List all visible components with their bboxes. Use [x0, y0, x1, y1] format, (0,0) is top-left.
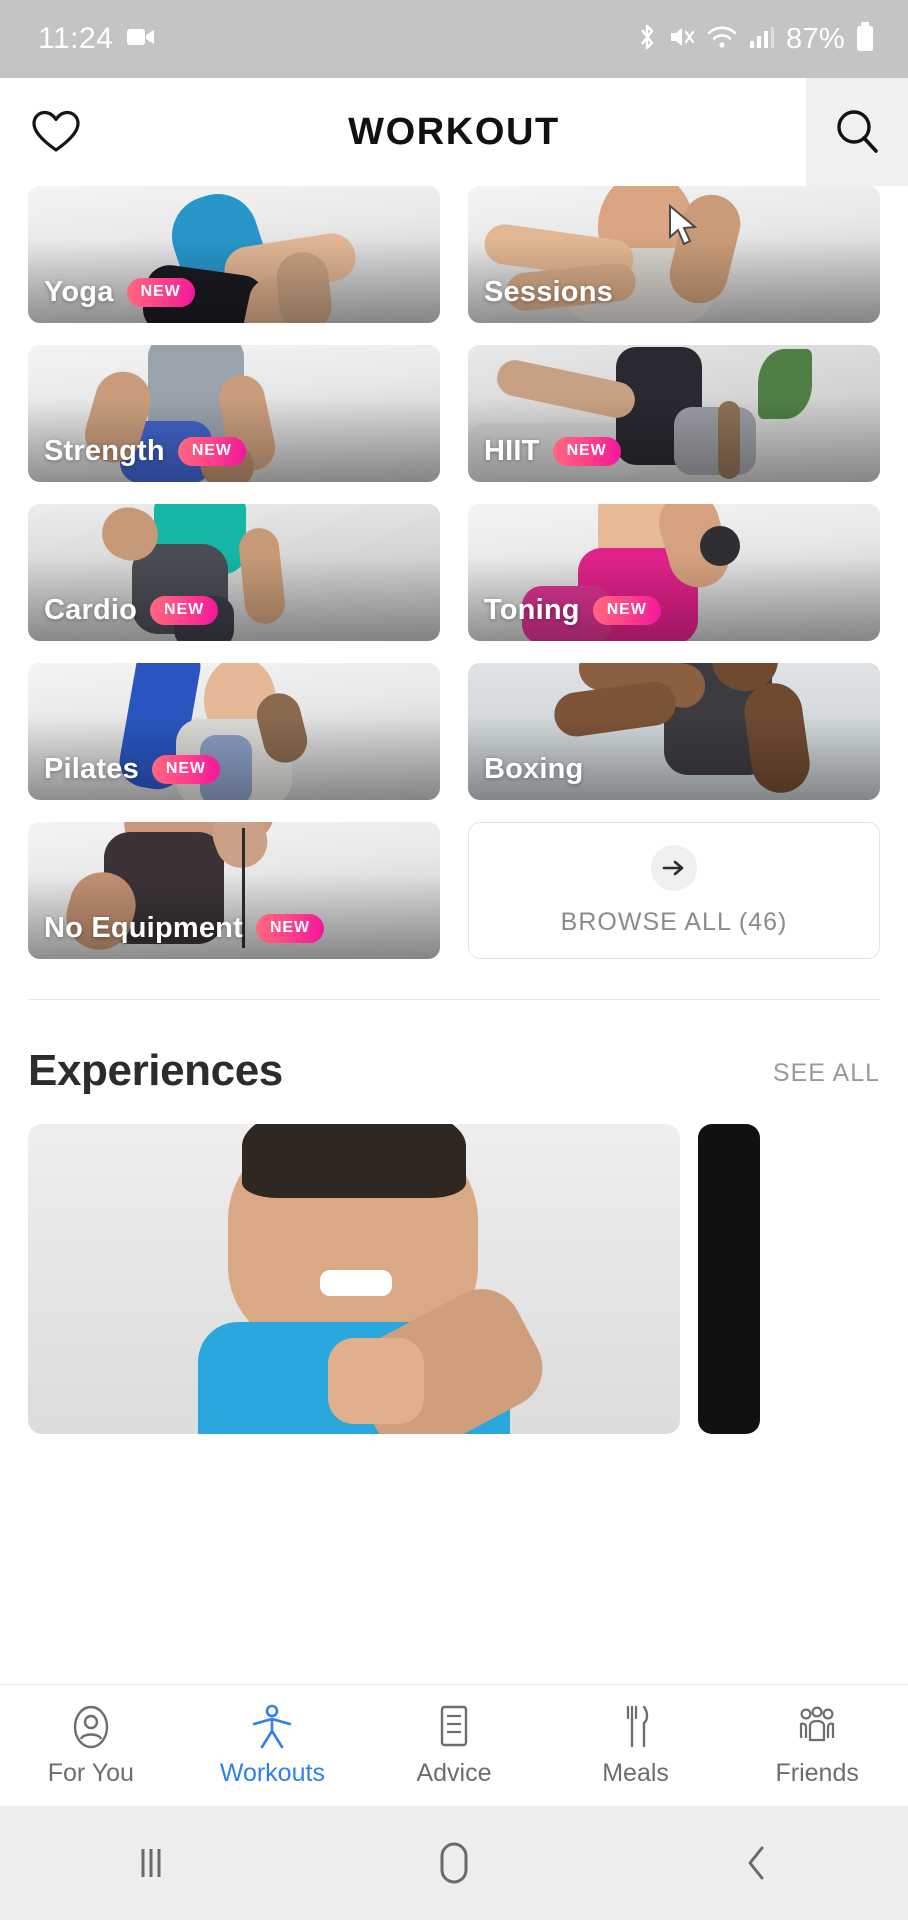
category-label: Sessions [484, 276, 613, 308]
tile-label-row: HIIT NEW [484, 435, 621, 468]
browse-all-label: BROWSE ALL (46) [560, 907, 788, 936]
bluetooth-icon [636, 22, 658, 57]
main-content: Yoga NEW Sessions Strength NEW HIIT NEW … [0, 186, 908, 1434]
category-tile-boxing[interactable]: Boxing [468, 663, 880, 800]
tile-label-row: Pilates NEW [44, 753, 220, 786]
tile-label-row: Yoga NEW [44, 276, 195, 309]
video-camera-icon [127, 27, 155, 52]
heart-icon[interactable] [28, 104, 84, 160]
section-title: Experiences [28, 1046, 283, 1095]
tab-label: Workouts [219, 1758, 325, 1787]
status-bar: 11:24 87% [0, 0, 908, 78]
arrow-right-icon [651, 844, 697, 891]
mute-icon [669, 23, 695, 56]
battery-percent: 87% [786, 22, 845, 55]
tile-label-row: Cardio NEW [44, 594, 219, 627]
tab-label: Advice [416, 1758, 492, 1787]
see-all-link[interactable]: SEE ALL [773, 1059, 880, 1096]
new-badge: NEW [592, 596, 661, 625]
category-label: Toning [484, 594, 580, 626]
status-bar-right: 87% [636, 21, 874, 57]
category-label: Boxing [484, 753, 584, 785]
tile-label-row: Toning NEW [484, 594, 661, 627]
tab-for-you[interactable]: For You [0, 1704, 182, 1788]
app-header: WORKOUT [0, 78, 908, 246]
experiences-carousel[interactable] [0, 1096, 908, 1434]
document-lines-icon [434, 1704, 474, 1750]
tile-label-row: Sessions [484, 276, 613, 309]
category-tile-pilates[interactable]: Pilates NEW [28, 663, 440, 800]
recents-icon[interactable] [0, 1840, 303, 1886]
experience-card[interactable] [28, 1124, 680, 1434]
home-icon[interactable] [303, 1838, 606, 1888]
category-tile-cardio[interactable]: Cardio NEW [28, 504, 440, 641]
person-circle-icon [69, 1704, 113, 1750]
status-bar-left: 11:24 [38, 22, 155, 56]
tile-label-row: Strength NEW [44, 435, 246, 468]
back-icon[interactable] [605, 1840, 908, 1886]
category-tile-sessions[interactable]: Sessions [468, 186, 880, 323]
category-label: Pilates [44, 753, 139, 785]
category-tile-toning[interactable]: Toning NEW [468, 504, 880, 641]
fork-knife-icon [616, 1704, 656, 1750]
tab-label: For You [47, 1758, 134, 1787]
category-label: No Equipment [44, 912, 243, 944]
tab-label: Friends [775, 1758, 859, 1787]
search-icon[interactable] [806, 78, 908, 186]
category-tile-yoga[interactable]: Yoga NEW [28, 186, 440, 323]
new-badge: NEW [150, 596, 219, 625]
category-label: Strength [44, 435, 165, 467]
people-group-icon [792, 1704, 842, 1750]
category-label: Cardio [44, 594, 138, 626]
tab-workouts[interactable]: Workouts [182, 1704, 364, 1788]
new-badge: NEW [552, 437, 621, 466]
tile-label-row: Boxing [484, 753, 583, 786]
new-badge: NEW [177, 437, 246, 466]
wifi-icon [706, 24, 738, 55]
category-label: Yoga [44, 276, 114, 308]
new-badge: NEW [151, 755, 220, 784]
android-nav-bar [0, 1806, 908, 1920]
category-grid: Yoga NEW Sessions Strength NEW HIIT NEW … [0, 186, 908, 959]
tab-meals[interactable]: Meals [545, 1704, 727, 1788]
tab-advice[interactable]: Advice [363, 1704, 545, 1788]
status-time: 11:24 [38, 22, 114, 55]
category-tile-hiit[interactable]: HIIT NEW [468, 345, 880, 482]
bottom-tab-bar: For You Workouts Advice Meals Friends [0, 1684, 908, 1806]
page-title: WORKOUT [348, 110, 560, 153]
browse-all-button[interactable]: BROWSE ALL (46) [468, 822, 880, 959]
experience-card-next[interactable] [698, 1124, 760, 1434]
experiences-header: Experiences SEE ALL [0, 1000, 908, 1096]
phone-screen: 11:24 87% WORKOUT Yoga NEW Sessions Stre… [0, 0, 908, 1920]
battery-icon [856, 21, 874, 57]
exercise-person-icon [250, 1704, 294, 1750]
category-tile-strength[interactable]: Strength NEW [28, 345, 440, 482]
category-tile-no-equipment[interactable]: No Equipment NEW [28, 822, 440, 959]
new-badge: NEW [255, 914, 324, 943]
tab-friends[interactable]: Friends [726, 1704, 908, 1788]
category-label: HIIT [484, 435, 540, 467]
tile-label-row: No Equipment NEW [44, 912, 324, 945]
cellular-signal-icon [749, 24, 775, 55]
tab-label: Meals [602, 1758, 669, 1787]
new-badge: NEW [126, 278, 195, 307]
